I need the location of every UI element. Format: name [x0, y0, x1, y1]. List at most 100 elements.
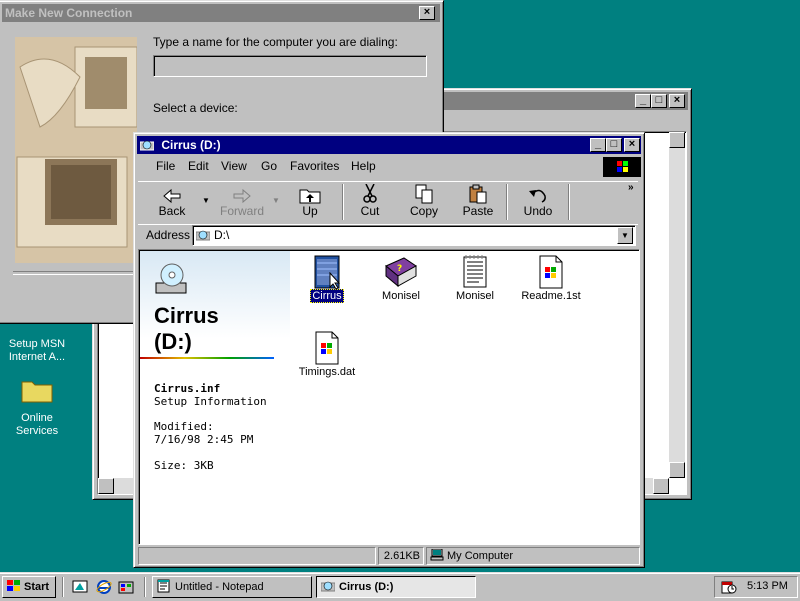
- scheduler-icon[interactable]: [721, 580, 737, 597]
- file-item[interactable]: Timings.dat: [291, 330, 363, 378]
- minimize-button[interactable]: _: [635, 94, 651, 108]
- menu-bar: File Edit View Go Favorites Help: [138, 157, 641, 179]
- drive-title-line1: Cirrus: [154, 303, 219, 328]
- computer-illustration: [15, 37, 137, 263]
- selected-file-type: Setup Information: [154, 395, 267, 408]
- dialog-titlebar[interactable]: Make New Connection: [2, 4, 440, 22]
- desktop-icon-label: Online Services: [15, 412, 59, 437]
- text-document-icon: [439, 254, 511, 290]
- device-prompt-label: Select a device:: [153, 101, 238, 115]
- menu-help[interactable]: Help: [351, 157, 376, 175]
- channels-icon[interactable]: [118, 579, 134, 598]
- toolbar-separator: [506, 184, 508, 220]
- undo-icon: [510, 182, 566, 204]
- desktop-icon-online-services[interactable]: Online Services: [2, 376, 72, 438]
- drive-icon: [139, 138, 155, 151]
- undo-button[interactable]: Undo: [510, 182, 566, 222]
- file-item[interactable]: Monisel: [439, 254, 511, 302]
- computer-name-field[interactable]: [153, 55, 427, 77]
- explorer-window[interactable]: Cirrus (D:) _ □ × File Edit View Go Favo…: [133, 132, 645, 568]
- svg-text:?: ?: [397, 264, 402, 274]
- forward-dropdown-icon[interactable]: ▼: [272, 196, 280, 205]
- menu-go[interactable]: Go: [261, 157, 277, 175]
- file-item[interactable]: Readme.1st: [515, 254, 587, 302]
- forward-arrow-icon: [214, 182, 270, 204]
- toolbar-separator: [568, 184, 570, 220]
- system-tray: 5:13 PM: [714, 576, 798, 598]
- modified-label: Modified:: [154, 420, 214, 433]
- address-label: Address: [146, 228, 191, 242]
- file-name: Timings.dat: [298, 366, 356, 378]
- address-dropdown-button[interactable]: ▼: [617, 227, 633, 244]
- paste-icon: [450, 182, 506, 204]
- taskbar-separator: [144, 577, 146, 597]
- selected-file-name: Cirrus.inf: [154, 382, 221, 395]
- cut-button[interactable]: Cut: [342, 182, 398, 222]
- status-pane-location: My Computer: [426, 547, 640, 565]
- address-bar: Address D:\ ▼: [138, 224, 638, 247]
- maximize-button[interactable]: □: [606, 138, 622, 152]
- back-arrow-icon: [144, 182, 200, 204]
- drive-icon: [320, 579, 336, 597]
- file-name: Readme.1st: [521, 290, 581, 302]
- dialog-title: Make New Connection: [5, 6, 133, 20]
- clock[interactable]: 5:13 PM: [747, 580, 788, 592]
- address-value: D:\: [214, 228, 230, 242]
- windows-logo-icon: [6, 579, 22, 597]
- windows-file-icon: [515, 254, 587, 290]
- up-folder-icon: [282, 182, 338, 204]
- windows-file-icon: [291, 330, 363, 366]
- up-button[interactable]: Up: [282, 182, 338, 222]
- title-underline: [140, 357, 274, 359]
- drive-title-line2: (D:): [154, 329, 192, 354]
- close-button[interactable]: ×: [624, 138, 640, 152]
- file-size: Size: 3KB: [154, 459, 214, 472]
- copy-icon: [396, 182, 452, 204]
- cd-drive-icon: [154, 263, 188, 298]
- internet-explorer-icon[interactable]: [96, 579, 112, 598]
- copy-button[interactable]: Copy: [396, 182, 452, 222]
- explorer-title: Cirrus (D:): [161, 138, 221, 152]
- menu-view[interactable]: View: [221, 157, 247, 175]
- webview-panel: Cirrus (D:) Cirrus.inf Setup Information…: [140, 251, 290, 543]
- close-button[interactable]: ×: [419, 6, 435, 20]
- status-bar: 2.61KB My Computer: [138, 547, 640, 565]
- file-name: Monisel: [382, 290, 420, 302]
- drive-icon: [195, 229, 211, 244]
- taskbar: Start Untitled - Notepad Cirrus (D:) 5:1…: [0, 572, 800, 601]
- name-prompt-label: Type a name for the computer you are dia…: [153, 35, 398, 49]
- setup-info-icon: [291, 254, 363, 290]
- task-cirrus[interactable]: Cirrus (D:): [316, 576, 476, 598]
- back-button[interactable]: Back: [144, 182, 200, 222]
- maximize-button[interactable]: □: [651, 94, 667, 108]
- menu-edit[interactable]: Edit: [188, 157, 209, 175]
- scissors-icon: [342, 182, 398, 204]
- explorer-titlebar[interactable]: Cirrus (D:): [137, 136, 641, 154]
- menu-favorites[interactable]: Favorites: [290, 157, 339, 175]
- file-item[interactable]: ? Monisel: [365, 254, 437, 302]
- windows-logo-icon: [603, 157, 641, 177]
- start-button[interactable]: Start: [2, 576, 56, 598]
- back-dropdown-icon[interactable]: ▼: [202, 196, 210, 205]
- my-computer-icon: [430, 548, 444, 566]
- forward-button[interactable]: Forward: [214, 182, 270, 222]
- minimize-button[interactable]: _: [590, 138, 606, 152]
- vertical-scrollbar[interactable]: [669, 132, 685, 478]
- show-desktop-icon[interactable]: [72, 579, 88, 598]
- toolbar-more-chevron-icon[interactable]: »: [628, 182, 634, 193]
- folder-content[interactable]: Cirrus (D:) Cirrus.inf Setup Information…: [138, 249, 640, 545]
- folder-icon: [2, 376, 72, 408]
- notepad-icon: [157, 579, 171, 597]
- address-field[interactable]: D:\ ▼: [192, 225, 636, 246]
- file-name: Monisel: [456, 290, 494, 302]
- task-notepad[interactable]: Untitled - Notepad: [152, 576, 312, 598]
- status-pane-empty: [138, 547, 376, 565]
- desktop-icon-label: Setup MSN Internet A...: [8, 338, 66, 363]
- status-pane-size: 2.61KB: [378, 547, 424, 565]
- file-item[interactable]: Cirrus: [291, 254, 363, 303]
- paste-button[interactable]: Paste: [450, 182, 506, 222]
- modified-value: 7/16/98 2:45 PM: [154, 433, 254, 446]
- close-button[interactable]: ×: [669, 94, 685, 108]
- mouse-cursor-icon: [329, 271, 341, 293]
- menu-file[interactable]: File: [156, 157, 175, 175]
